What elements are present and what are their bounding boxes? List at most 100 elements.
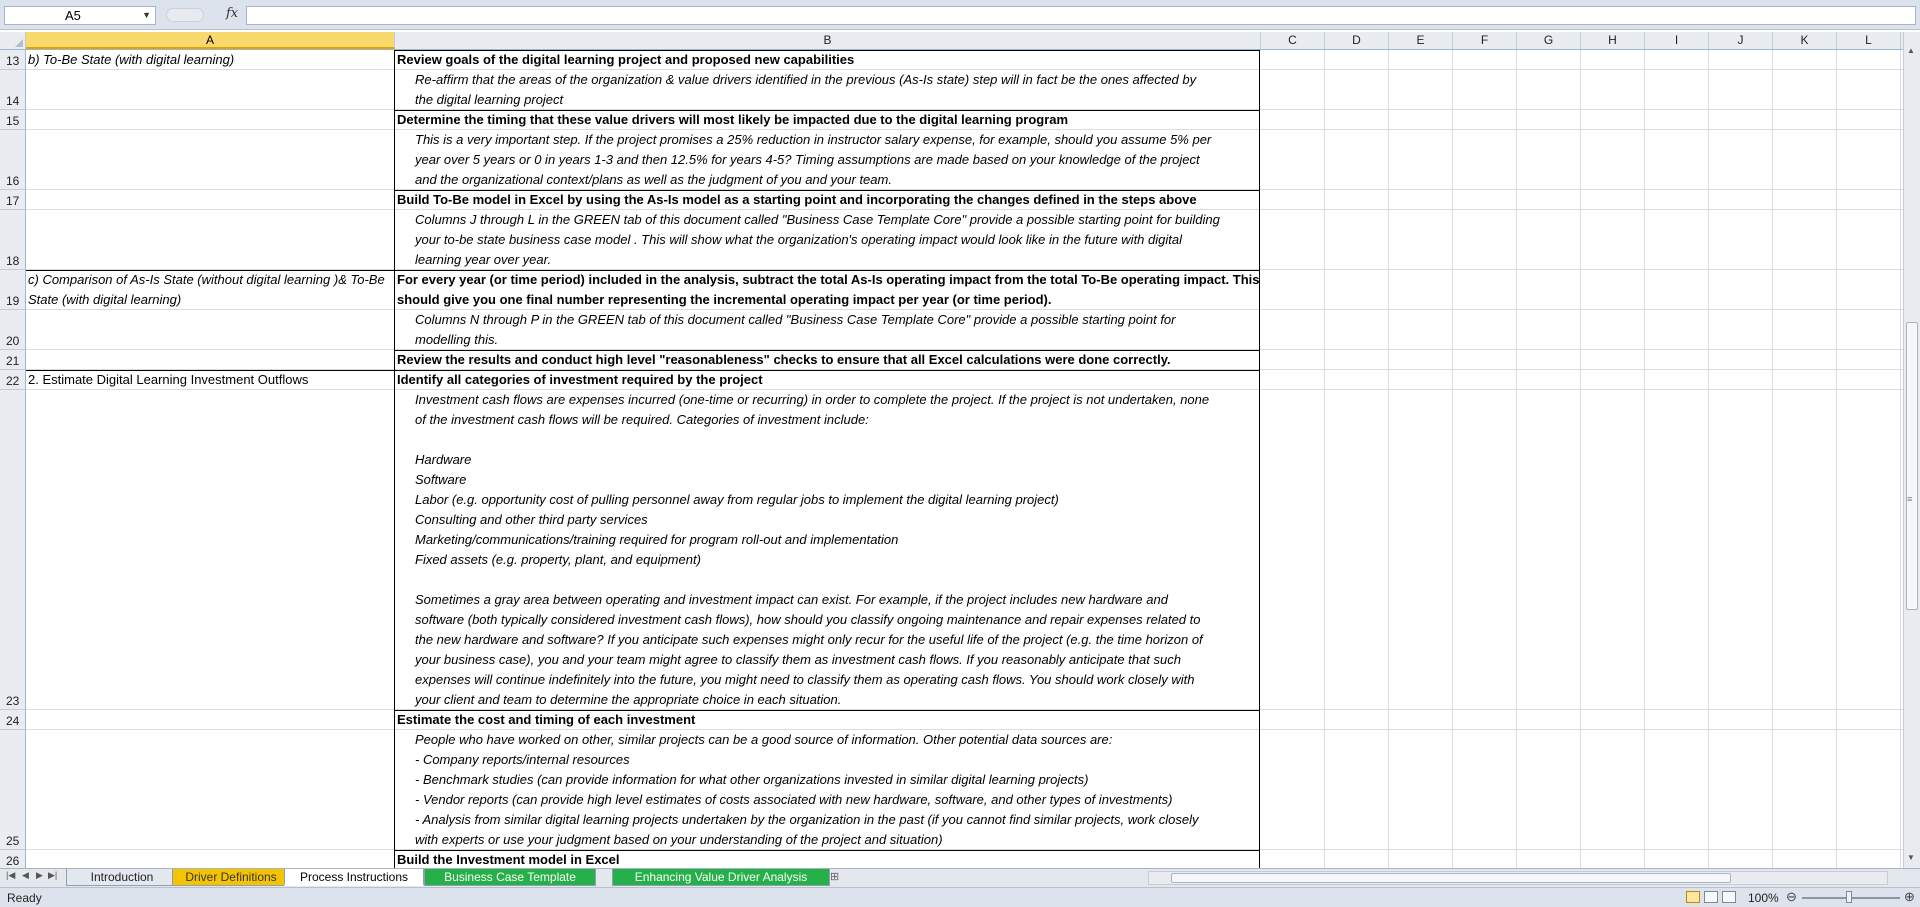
- sheet-tab-driver-definitions[interactable]: Driver Definitions: [172, 869, 290, 886]
- cell-a[interactable]: c) Comparison of As-Is State (without di…: [28, 270, 394, 310]
- sheet-tab-process-instructions[interactable]: Process Instructions: [284, 869, 424, 886]
- cell-b[interactable]: People who have worked on other, similar…: [397, 730, 1257, 850]
- column-header-l[interactable]: L: [1837, 32, 1901, 49]
- first-sheet-icon[interactable]: |◀: [6, 870, 15, 881]
- row-header[interactable]: 20: [0, 310, 26, 350]
- cell-a[interactable]: 2. Estimate Digital Learning Investment …: [28, 370, 394, 390]
- row-header[interactable]: 26: [0, 850, 26, 868]
- sheet-tab-enhancing-value-driver-analysis[interactable]: Enhancing Value Driver Analysis: [612, 869, 830, 886]
- table-row: 17 Build To-Be model in Excel by using th…: [0, 190, 1903, 210]
- cell-text-line: Marketing/communications/training requir…: [415, 532, 899, 547]
- column-header-row: ABCDEFGHIJKL: [0, 32, 1903, 50]
- cell-b[interactable]: For every year (or time period) included…: [397, 270, 1259, 310]
- formula-input[interactable]: [246, 6, 1916, 25]
- row-header[interactable]: 21: [0, 350, 26, 370]
- name-box[interactable]: A5 ▼: [4, 6, 156, 25]
- scroll-down-icon[interactable]: ▼: [1907, 853, 1915, 862]
- row-header[interactable]: 14: [0, 70, 26, 110]
- chevron-down-icon[interactable]: ▼: [142, 7, 151, 24]
- sheet-tab-business-case-template-core[interactable]: Business Case Template Core: [424, 869, 596, 900]
- last-sheet-icon[interactable]: ▶|: [48, 870, 57, 881]
- row-header[interactable]: 18: [0, 210, 26, 270]
- table-row: 14 Re-affirm that the areas of the organi…: [0, 70, 1903, 110]
- page-break-view-icon[interactable]: [1722, 891, 1736, 903]
- row-header[interactable]: 22: [0, 370, 26, 390]
- row-header[interactable]: 15: [0, 110, 26, 130]
- cell-text-line: year over 5 years or 0 in years 1-3 and …: [415, 152, 1200, 167]
- column-header-f[interactable]: F: [1453, 32, 1517, 49]
- sheet-tab-introduction[interactable]: Introduction: [66, 869, 178, 886]
- page-layout-view-icon[interactable]: [1704, 891, 1718, 903]
- column-header-e[interactable]: E: [1389, 32, 1453, 49]
- table-row: 15 Determine the timing that these value …: [0, 110, 1903, 130]
- cell-b[interactable]: Review goals of the digital learning pro…: [397, 50, 1257, 70]
- select-all-button[interactable]: [0, 32, 26, 49]
- cell-text-line: your client and team to determine the ap…: [415, 692, 842, 707]
- column-header-b[interactable]: B: [395, 32, 1261, 49]
- cell-b[interactable]: Build To-Be model in Excel by using the …: [397, 190, 1257, 210]
- next-sheet-icon[interactable]: ▶: [36, 870, 43, 881]
- worksheet-grid[interactable]: 13 b) To-Be State (with digital learning)…: [0, 50, 1903, 868]
- zoom-out-icon[interactable]: ⊖: [1786, 889, 1797, 905]
- table-row: 16 This is a very important step. If the …: [0, 130, 1903, 190]
- cell-b[interactable]: Columns N through P in the GREEN tab of …: [397, 310, 1257, 350]
- row-header[interactable]: 24: [0, 710, 26, 730]
- cell-b[interactable]: Determine the timing that these value dr…: [397, 110, 1257, 130]
- cell-border: [26, 270, 1260, 271]
- cell-text-line: Estimate the cost and timing of each inv…: [397, 712, 696, 727]
- cell-b[interactable]: Columns J through L in the GREEN tab of …: [397, 210, 1257, 270]
- column-header-c[interactable]: C: [1261, 32, 1325, 49]
- cell-border: [1259, 350, 1260, 370]
- cell-b[interactable]: Build the Investment model in Excel: [397, 850, 1257, 868]
- column-header-i[interactable]: I: [1645, 32, 1709, 49]
- cell-border: [1259, 110, 1260, 130]
- grip-icon: ≡: [1907, 494, 1913, 504]
- prev-sheet-icon[interactable]: ◀: [22, 870, 29, 881]
- sheet-tab-bar: |◀ ◀ ▶ ▶| Introduction Driver Definitions…: [0, 868, 1920, 900]
- formula-bar-resize-handle[interactable]: [166, 8, 204, 22]
- cell-b[interactable]: Investment cash flows are expenses incur…: [397, 390, 1257, 710]
- table-row: 26 Build the Investment model in Excel: [0, 850, 1903, 868]
- cell-border: [1259, 210, 1260, 270]
- row-header[interactable]: 25: [0, 730, 26, 850]
- row-header[interactable]: 13: [0, 50, 26, 70]
- horizontal-scrollbar[interactable]: [1148, 871, 1888, 885]
- cell-b[interactable]: Identify all categories of investment re…: [397, 370, 1257, 390]
- column-header-j[interactable]: J: [1709, 32, 1773, 49]
- row-number: 23: [6, 694, 20, 708]
- table-row: 13 b) To-Be State (with digital learning)…: [0, 50, 1903, 70]
- row-header[interactable]: 16: [0, 130, 26, 190]
- insert-function-icon[interactable]: fx: [226, 6, 238, 21]
- cell-b[interactable]: Review the results and conduct high leve…: [397, 350, 1257, 370]
- scroll-up-icon[interactable]: ▲: [1907, 46, 1915, 55]
- row-number: 21: [6, 354, 20, 368]
- row-header[interactable]: 17: [0, 190, 26, 210]
- row-number: 17: [6, 194, 20, 208]
- column-header-g[interactable]: G: [1517, 32, 1581, 49]
- zoom-in-icon[interactable]: ⊕: [1904, 889, 1915, 905]
- column-header-a[interactable]: A: [26, 32, 395, 49]
- cell-border: [1259, 50, 1260, 70]
- vertical-scrollbar[interactable]: ▲ ≡ ▼: [1903, 32, 1920, 868]
- cell-text-line: Sometimes a gray area between operating …: [415, 592, 1168, 607]
- horizontal-scroll-thumb[interactable]: [1171, 873, 1731, 883]
- cell-text-line: Hardware: [415, 452, 472, 467]
- column-header-d[interactable]: D: [1325, 32, 1389, 49]
- column-header-k[interactable]: K: [1773, 32, 1837, 49]
- zoom-level[interactable]: 100%: [1748, 891, 1779, 905]
- normal-view-icon[interactable]: [1686, 891, 1700, 903]
- cell-b[interactable]: Re-affirm that the areas of the organiza…: [397, 70, 1257, 110]
- cell-a[interactable]: b) To-Be State (with digital learning): [28, 50, 394, 70]
- zoom-slider-thumb[interactable]: [1846, 891, 1852, 903]
- row-header[interactable]: 23: [0, 390, 26, 710]
- insert-sheet-icon[interactable]: ⊞: [830, 870, 839, 883]
- cell-text-line: of the investment cash flows will be req…: [415, 412, 869, 427]
- column-header-h[interactable]: H: [1581, 32, 1645, 49]
- status-bar: Ready 100% ⊖ ⊕: [0, 887, 1920, 907]
- row-header[interactable]: 19: [0, 270, 26, 310]
- cell-text-line: learning year over year.: [415, 252, 552, 267]
- vertical-scroll-thumb[interactable]: [1906, 322, 1918, 610]
- cell-b[interactable]: This is a very important step. If the pr…: [397, 130, 1257, 190]
- cell-b[interactable]: Estimate the cost and timing of each inv…: [397, 710, 1257, 730]
- table-row: 25 People who have worked on other, simil…: [0, 730, 1903, 850]
